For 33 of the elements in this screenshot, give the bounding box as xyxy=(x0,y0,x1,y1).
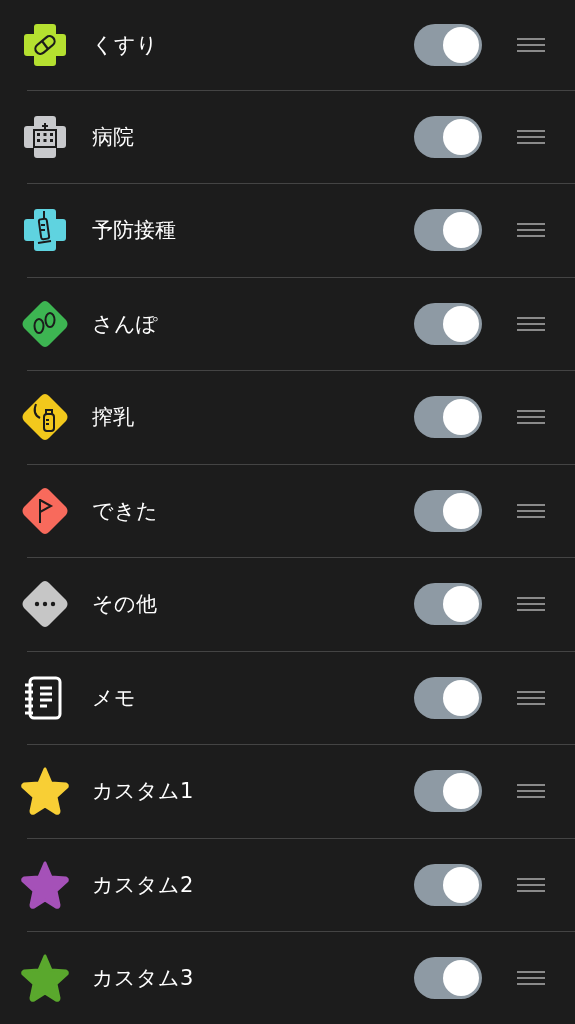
drag-handle-icon[interactable] xyxy=(517,784,545,799)
item-label: できた xyxy=(92,497,159,525)
drag-handle-icon[interactable] xyxy=(517,690,545,705)
item-label: 病院 xyxy=(92,123,135,151)
drag-handle-icon[interactable] xyxy=(517,410,545,425)
drag-handle-icon[interactable] xyxy=(517,129,545,144)
toggle-switch[interactable] xyxy=(414,23,482,66)
item-label: 予防接種 xyxy=(92,217,177,245)
toggle-switch[interactable] xyxy=(414,676,482,719)
toggle-switch[interactable] xyxy=(414,770,482,813)
toggle-switch[interactable] xyxy=(414,302,482,345)
drag-handle-icon[interactable] xyxy=(517,877,545,892)
toggle-switch[interactable] xyxy=(414,115,482,158)
drag-handle-icon[interactable] xyxy=(517,316,545,331)
drag-handle-icon[interactable] xyxy=(517,971,545,986)
item-label: カスタム2 xyxy=(92,871,195,899)
drag-handle-icon[interactable] xyxy=(517,503,545,518)
toggle-switch[interactable] xyxy=(414,489,482,532)
item-label: その他 xyxy=(92,591,158,619)
item-label: カスタム3 xyxy=(92,965,195,993)
toggle-switch[interactable] xyxy=(414,396,482,439)
drag-handle-icon[interactable] xyxy=(517,37,545,52)
toggle-switch[interactable] xyxy=(414,863,482,906)
item-label: メモ xyxy=(92,684,137,712)
toggle-switch[interactable] xyxy=(414,583,482,626)
item-label: くすり xyxy=(92,31,159,59)
toggle-switch[interactable] xyxy=(414,957,482,1000)
item-label: さんぽ xyxy=(92,310,159,338)
item-label: 搾乳 xyxy=(92,404,135,432)
drag-handle-icon[interactable] xyxy=(517,597,545,612)
drag-handle-icon[interactable] xyxy=(517,223,545,238)
toggle-switch[interactable] xyxy=(414,209,482,252)
item-label: カスタム1 xyxy=(92,778,195,806)
